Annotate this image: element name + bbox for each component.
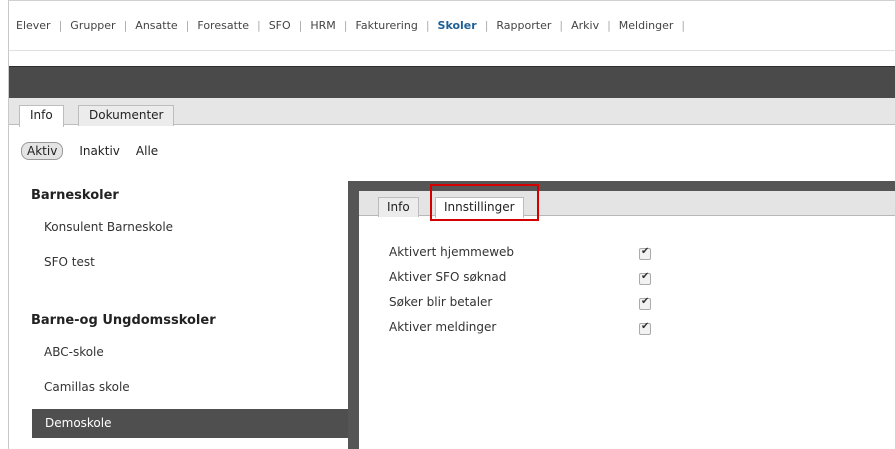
nav-grupper[interactable]: Grupper: [70, 19, 115, 32]
nav-separator: |: [58, 19, 63, 32]
aktivert-hjemmeweb-checkbox[interactable]: ✔: [639, 246, 651, 260]
nav-separator: |: [256, 19, 261, 32]
header-bar: [9, 66, 895, 98]
checkmark-icon: ✔: [641, 296, 650, 307]
nav-ansatte[interactable]: Ansatte: [135, 19, 177, 32]
nav-meldinger[interactable]: Meldinger: [619, 19, 674, 32]
school-item-selected[interactable]: Demoskole: [32, 409, 349, 438]
nav-fakturering[interactable]: Fakturering: [356, 19, 418, 32]
nav-rapporter[interactable]: Rapporter: [496, 19, 551, 32]
tab-inner-info[interactable]: Info: [378, 197, 419, 217]
nav-separator: |: [123, 19, 128, 32]
nav-skoler[interactable]: Skoler: [438, 19, 477, 32]
app-frame: Elever | Grupper | Ansatte | Foresatte |…: [8, 0, 895, 449]
nav-separator: |: [343, 19, 348, 32]
nav-separator: |: [559, 19, 564, 32]
group-heading-barneskoler: Barneskoler: [31, 188, 119, 203]
checkmark-icon: ✔: [641, 246, 650, 257]
nav-separator: |: [681, 19, 686, 32]
setting-label: Aktiver meldinger: [389, 320, 497, 334]
nav-hrm[interactable]: HRM: [310, 19, 335, 32]
nav-separator: |: [425, 19, 430, 32]
status-filter: Aktiv Inaktiv Alle: [21, 142, 158, 160]
school-item[interactable]: Camillas skole: [31, 374, 331, 400]
school-item[interactable]: SFO test: [31, 249, 331, 275]
checkmark-icon: ✔: [641, 321, 650, 332]
nav-foresatte[interactable]: Foresatte: [197, 19, 249, 32]
group-heading-barne-og-ungdomsskoler: Barne-og Ungdomsskoler: [31, 313, 216, 328]
setting-label: Aktiver SFO søknad: [389, 270, 507, 284]
setting-label: Søker blir betaler: [389, 295, 493, 309]
setting-label: Aktivert hjemmeweb: [389, 245, 515, 259]
nav-sfo[interactable]: SFO: [269, 19, 291, 32]
filter-aktiv[interactable]: Aktiv: [21, 142, 64, 160]
aktiver-meldinger-checkbox[interactable]: ✔: [639, 321, 651, 335]
tab-innstillinger[interactable]: Innstillinger: [435, 197, 524, 218]
filter-inaktiv[interactable]: Inaktiv: [79, 144, 120, 158]
tab-dokumenter[interactable]: Dokumenter: [78, 105, 175, 126]
nav-elever[interactable]: Elever: [16, 19, 51, 32]
nav-separator: |: [298, 19, 303, 32]
nav-separator: |: [185, 19, 190, 32]
checkmark-icon: ✔: [641, 271, 650, 282]
nav-separator: |: [484, 19, 489, 32]
nav-separator: |: [607, 19, 611, 32]
filter-alle[interactable]: Alle: [136, 144, 158, 158]
soker-blir-betaler-checkbox[interactable]: ✔: [639, 296, 651, 310]
school-item[interactable]: ABC-skole: [31, 339, 331, 365]
nav-arkiv[interactable]: Arkiv: [571, 19, 599, 32]
tab-info[interactable]: Info: [19, 105, 64, 127]
aktiver-sfo-soknad-checkbox[interactable]: ✔: [639, 271, 651, 285]
school-item[interactable]: Konsulent Barneskole: [31, 214, 331, 240]
top-navigation: Elever | Grupper | Ansatte | Foresatte |…: [9, 1, 895, 51]
